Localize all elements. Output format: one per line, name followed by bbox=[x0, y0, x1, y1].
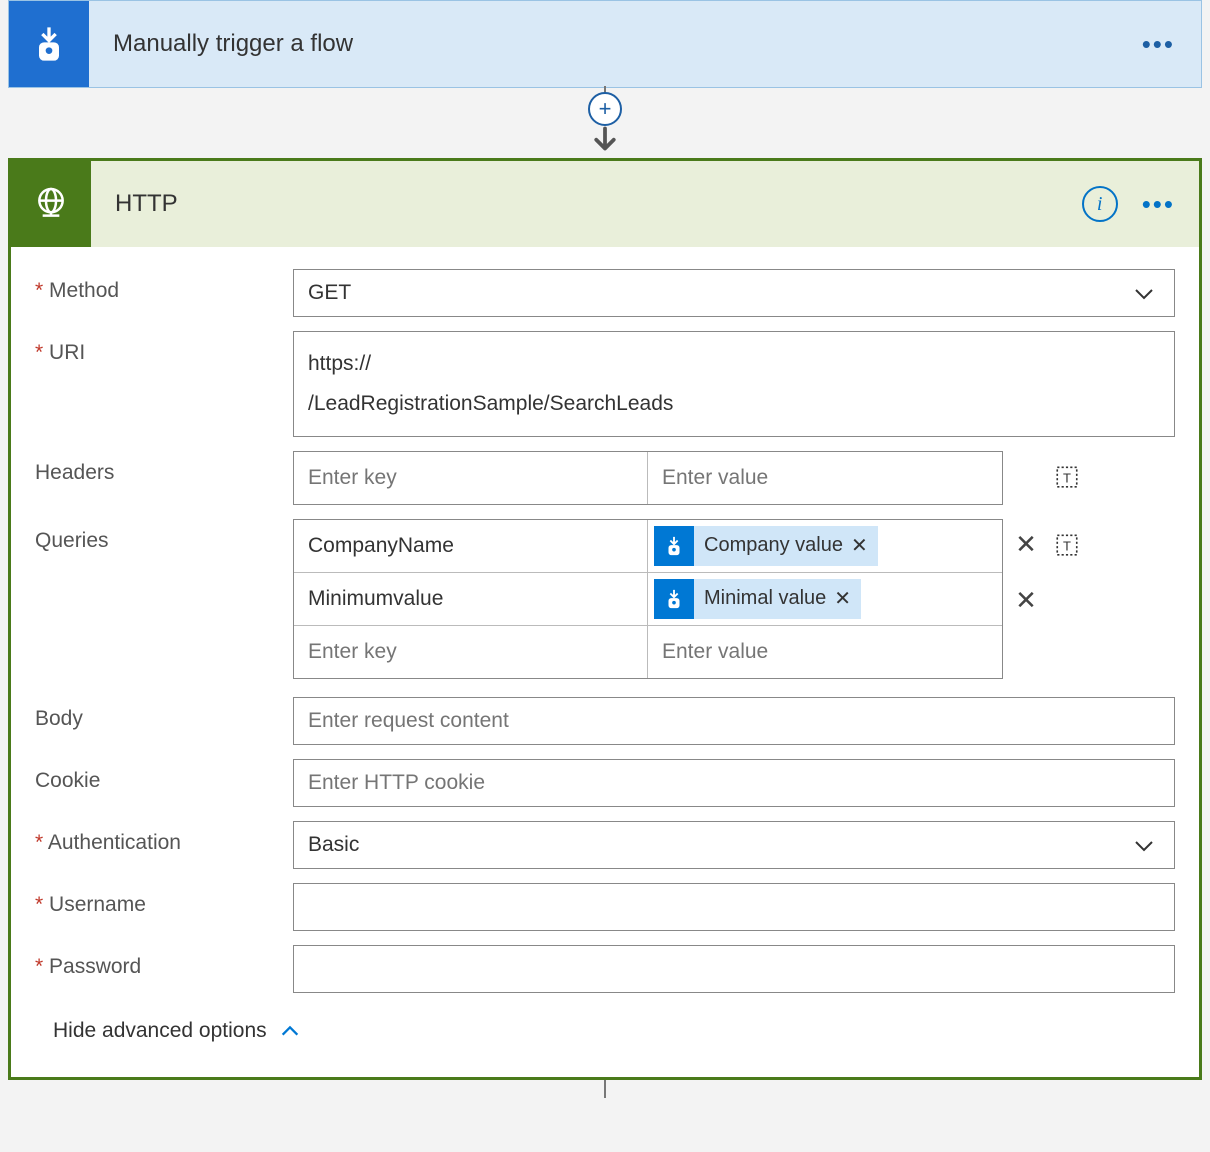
method-select[interactable]: GET bbox=[293, 269, 1175, 317]
cookie-label: Cookie bbox=[35, 759, 293, 793]
http-connector-icon bbox=[11, 161, 91, 247]
svg-text:T: T bbox=[1063, 538, 1071, 553]
http-title: HTTP bbox=[91, 190, 1082, 218]
trigger-title: Manually trigger a flow bbox=[89, 30, 1142, 58]
delete-row-icon[interactable]: ✕ bbox=[1013, 529, 1039, 560]
query-value-0[interactable]: Company value ✕ bbox=[648, 520, 1002, 572]
chevron-down-icon bbox=[1132, 834, 1156, 858]
connector-bottom bbox=[0, 1080, 1210, 1098]
pill-remove-icon[interactable]: ✕ bbox=[851, 533, 868, 558]
pill-remove-icon[interactable]: ✕ bbox=[834, 586, 851, 611]
add-step-button[interactable]: + bbox=[588, 92, 622, 126]
http-more-menu[interactable]: ••• bbox=[1142, 189, 1199, 220]
switch-mode-icon[interactable]: T bbox=[1053, 463, 1081, 491]
arrow-down-icon bbox=[590, 126, 620, 156]
connector-top: + bbox=[0, 88, 1210, 158]
chevron-up-icon bbox=[279, 1020, 301, 1042]
username-label: * Username bbox=[35, 883, 293, 917]
info-icon[interactable]: i bbox=[1082, 186, 1118, 222]
body-input[interactable] bbox=[293, 697, 1175, 745]
query-value-new[interactable] bbox=[648, 626, 1002, 678]
query-value-1[interactable]: Minimal value ✕ bbox=[648, 573, 1002, 625]
queries-label: Queries bbox=[35, 519, 293, 553]
delete-row-icon[interactable]: ✕ bbox=[1013, 585, 1039, 616]
dynamic-pill: Company value ✕ bbox=[654, 526, 878, 566]
headers-label: Headers bbox=[35, 451, 293, 485]
dynamic-pill: Minimal value ✕ bbox=[654, 579, 861, 619]
svg-text:T: T bbox=[1063, 470, 1071, 485]
trigger-card[interactable]: Manually trigger a flow ••• bbox=[8, 0, 1202, 88]
trigger-more-menu[interactable]: ••• bbox=[1142, 29, 1201, 60]
headers-value-input[interactable] bbox=[648, 452, 1002, 504]
method-label: * Method bbox=[35, 269, 293, 303]
body-label: Body bbox=[35, 697, 293, 731]
cookie-input[interactable] bbox=[293, 759, 1175, 807]
trigger-connector-icon bbox=[9, 1, 89, 87]
query-key-new[interactable] bbox=[294, 626, 648, 678]
authentication-label: * Authentication bbox=[35, 821, 293, 855]
query-key-0[interactable]: CompanyName bbox=[294, 520, 648, 572]
uri-input[interactable]: https:// /LeadRegistrationSample/SearchL… bbox=[293, 331, 1175, 437]
hide-advanced-options[interactable]: Hide advanced options bbox=[35, 1007, 1175, 1067]
username-input[interactable] bbox=[293, 883, 1175, 931]
headers-key-input[interactable] bbox=[294, 452, 648, 504]
http-action-card: HTTP i ••• * Method GET * URI https:// /… bbox=[8, 158, 1202, 1080]
trigger-pill-icon bbox=[654, 526, 694, 566]
authentication-select[interactable]: Basic bbox=[293, 821, 1175, 869]
query-key-1[interactable]: Minimumvalue bbox=[294, 573, 648, 625]
trigger-pill-icon bbox=[654, 579, 694, 619]
password-input[interactable] bbox=[293, 945, 1175, 993]
http-header[interactable]: HTTP i ••• bbox=[11, 161, 1199, 247]
uri-label: * URI bbox=[35, 331, 293, 365]
chevron-down-icon bbox=[1132, 282, 1156, 306]
password-label: * Password bbox=[35, 945, 293, 979]
switch-mode-icon[interactable]: T bbox=[1053, 531, 1081, 559]
